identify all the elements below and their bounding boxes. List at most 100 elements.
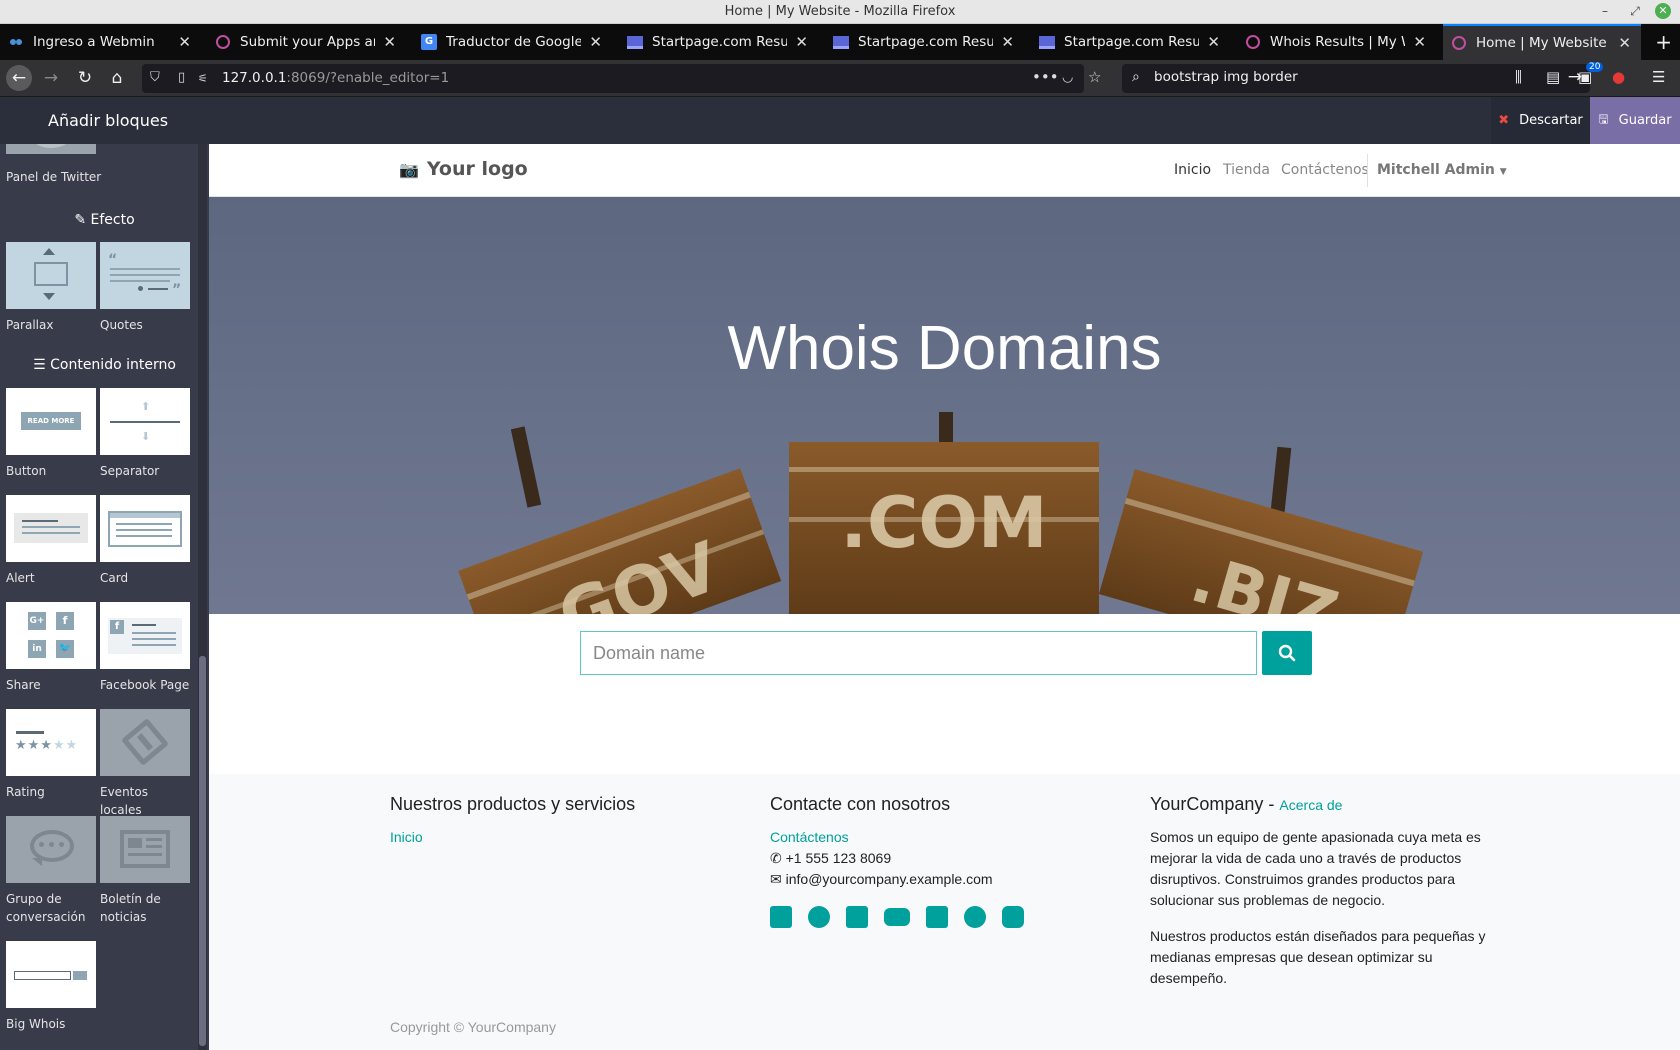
page-info-icon[interactable]: ▯: [178, 70, 185, 85]
github-icon[interactable]: [964, 906, 986, 928]
tab-submit-apps[interactable]: Submit your Apps and T ✕: [207, 24, 406, 60]
tab-startpage-3[interactable]: Startpage.com Resultad ✕: [1031, 24, 1230, 60]
camera-icon: 📷: [399, 160, 419, 179]
tab-google-translate[interactable]: G Traductor de Google ✕: [413, 24, 612, 60]
snippet-share[interactable]: G+ f in 🐦 Share: [6, 602, 96, 694]
odoo-icon: [1451, 35, 1467, 51]
envelope-icon: ✉: [770, 871, 782, 887]
domain-search-button[interactable]: [1262, 631, 1312, 675]
snippet-button[interactable]: READ MORE Button: [6, 388, 96, 480]
menu-hamburger-icon[interactable]: ☰: [1652, 68, 1665, 86]
snippet-label: Separator: [100, 464, 160, 478]
sidebar-toggle-icon[interactable]: ▤: [1546, 68, 1560, 86]
snippets-scrollbar-thumb[interactable]: [199, 656, 206, 1046]
footer-link-contact[interactable]: Contáctenos: [770, 827, 1100, 848]
google-plus-icon[interactable]: [926, 906, 948, 928]
shield-icon[interactable]: ⛉: [150, 70, 160, 85]
window-titlebar: Home | My Website - Mozilla Firefox – ⤢ …: [0, 0, 1680, 24]
user-menu[interactable]: Mitchell Admin ▼: [1377, 162, 1507, 178]
tab-close-icon[interactable]: ✕: [1618, 34, 1631, 52]
tab-label: Traductor de Google: [446, 34, 582, 50]
category-inner-content: ☰ Contenido interno: [33, 357, 176, 373]
instagram-icon[interactable]: [1002, 906, 1024, 928]
back-arrow-icon[interactable]: ←: [6, 65, 32, 91]
tab-startpage-2[interactable]: Startpage.com Resultad ✕: [825, 24, 1024, 60]
home-icon[interactable]: ⌂: [104, 65, 130, 91]
snippet-discussion-group[interactable]: Grupo de conversación: [6, 816, 96, 926]
site-logo[interactable]: 📷 Your logo: [399, 158, 528, 180]
footer-about-paragraph-2: Nuestros productos están diseñados para …: [1150, 928, 1486, 986]
page-actions-icon[interactable]: •••: [1032, 68, 1059, 86]
maximize-icon[interactable]: ⤢: [1627, 3, 1643, 19]
tab-close-icon[interactable]: ✕: [795, 33, 808, 51]
snippet-alert[interactable]: Alert: [6, 495, 96, 587]
snippet-label: Grupo de conversación: [6, 892, 86, 924]
youtube-icon[interactable]: [884, 908, 910, 926]
library-icon[interactable]: ⫼: [1515, 68, 1522, 86]
tab-startpage-1[interactable]: Startpage.com Resultad ✕: [619, 24, 818, 60]
tab-home-active[interactable]: Home | My Website ✕: [1443, 24, 1641, 60]
mail-extension-icon[interactable]: ●: [1612, 68, 1625, 86]
extension-icon[interactable]: ▣ 20: [1578, 62, 1604, 86]
twitter-icon: 🐦: [56, 640, 74, 658]
save-button[interactable]: 🖫 Guardar: [1590, 97, 1680, 144]
bookmark-star-icon[interactable]: ☆: [1088, 68, 1101, 86]
snippet-label: Rating: [6, 785, 45, 799]
menu-divider: [1367, 154, 1368, 187]
footer-products-title: Nuestros productos y servicios: [390, 794, 636, 814]
snippet-rating[interactable]: ★★★★★ Rating: [6, 709, 96, 801]
tab-close-icon[interactable]: ✕: [383, 33, 396, 51]
snippet-separator[interactable]: ⬆ ⬇ Separator: [100, 388, 190, 480]
snippet-twitter-label: Panel de Twitter: [6, 170, 102, 184]
snippet-card[interactable]: Card: [100, 495, 190, 587]
menu-item-contact[interactable]: Contáctenos: [1281, 162, 1369, 178]
snippet-local-events[interactable]: Eventos locales: [100, 709, 190, 819]
footer-link-about[interactable]: Acerca de: [1279, 797, 1342, 813]
twitter-icon[interactable]: [808, 906, 830, 928]
menu-item-shop[interactable]: Tienda: [1223, 162, 1270, 178]
domain-name-input[interactable]: [580, 631, 1257, 675]
tab-close-icon[interactable]: ✕: [178, 33, 191, 51]
tab-webmin[interactable]: Ingreso a Webmin ✕: [0, 24, 201, 60]
tab-whois-results[interactable]: Whois Results | My Web ✕: [1237, 24, 1436, 60]
facebook-page-thumb: f: [100, 602, 190, 669]
snippet-label: Card: [100, 571, 129, 585]
menu-item-home[interactable]: Inicio: [1174, 162, 1211, 178]
odoo-icon: [1245, 34, 1261, 50]
tab-close-icon[interactable]: ✕: [1001, 33, 1014, 51]
discard-button[interactable]: ✖ Descartar: [1491, 97, 1590, 144]
tab-close-icon[interactable]: ✕: [1413, 33, 1426, 51]
facebook-icon[interactable]: [770, 906, 792, 928]
tab-close-icon[interactable]: ✕: [1207, 33, 1220, 51]
footer-about-paragraph-1: Somos un equipo de gente apasionada cuya…: [1150, 829, 1481, 908]
tab-label: Submit your Apps and T: [240, 34, 375, 50]
twitter-snippet-thumb[interactable]: [6, 144, 96, 154]
minimize-icon[interactable]: –: [1597, 3, 1613, 19]
snippet-parallax[interactable]: Parallax: [6, 242, 96, 334]
add-blocks-title: Añadir bloques: [48, 111, 169, 130]
extension-badge: 20: [1586, 62, 1604, 72]
reload-icon[interactable]: ↻: [72, 65, 98, 91]
snippet-newsletter[interactable]: Boletín de noticias: [100, 816, 190, 926]
google-translate-icon: G: [421, 34, 437, 50]
snippet-facebook-page[interactable]: f Facebook Page: [100, 602, 190, 694]
linkedin-icon[interactable]: [846, 906, 868, 928]
new-tab-icon[interactable]: +: [1655, 30, 1672, 54]
snippet-big-whois[interactable]: Big Whois: [6, 941, 96, 1033]
window-title: Home | My Website - Mozilla Firefox: [724, 4, 956, 19]
close-window-icon[interactable]: ✕: [1655, 3, 1671, 19]
url-bar[interactable]: ⛉ ▯ ⚟ 127.0.0.1:8069/?enable_editor=1 ••…: [142, 64, 1101, 93]
pocket-icon[interactable]: ◡: [1062, 70, 1073, 85]
tab-close-icon[interactable]: ✕: [589, 33, 602, 51]
website-preview: 📷 Your logo Inicio Tienda Contáctenos Mit…: [209, 144, 1680, 1050]
footer-link-home[interactable]: Inicio: [390, 827, 720, 848]
save-disk-icon: 🖫: [1598, 112, 1609, 126]
footer-col-about: YourCompany - Acerca de Somos un equipo …: [1150, 794, 1490, 1004]
search-input[interactable]: [1154, 69, 1534, 85]
footer-col-products: Nuestros productos y servicios Inicio: [390, 794, 720, 848]
snippet-quotes[interactable]: “ ” Quotes: [100, 242, 190, 334]
permissions-icon[interactable]: ⚟: [198, 72, 208, 85]
forward-arrow-icon[interactable]: →: [38, 65, 64, 91]
google-plus-icon: G+: [28, 612, 46, 630]
parallax-thumb: [6, 242, 96, 309]
